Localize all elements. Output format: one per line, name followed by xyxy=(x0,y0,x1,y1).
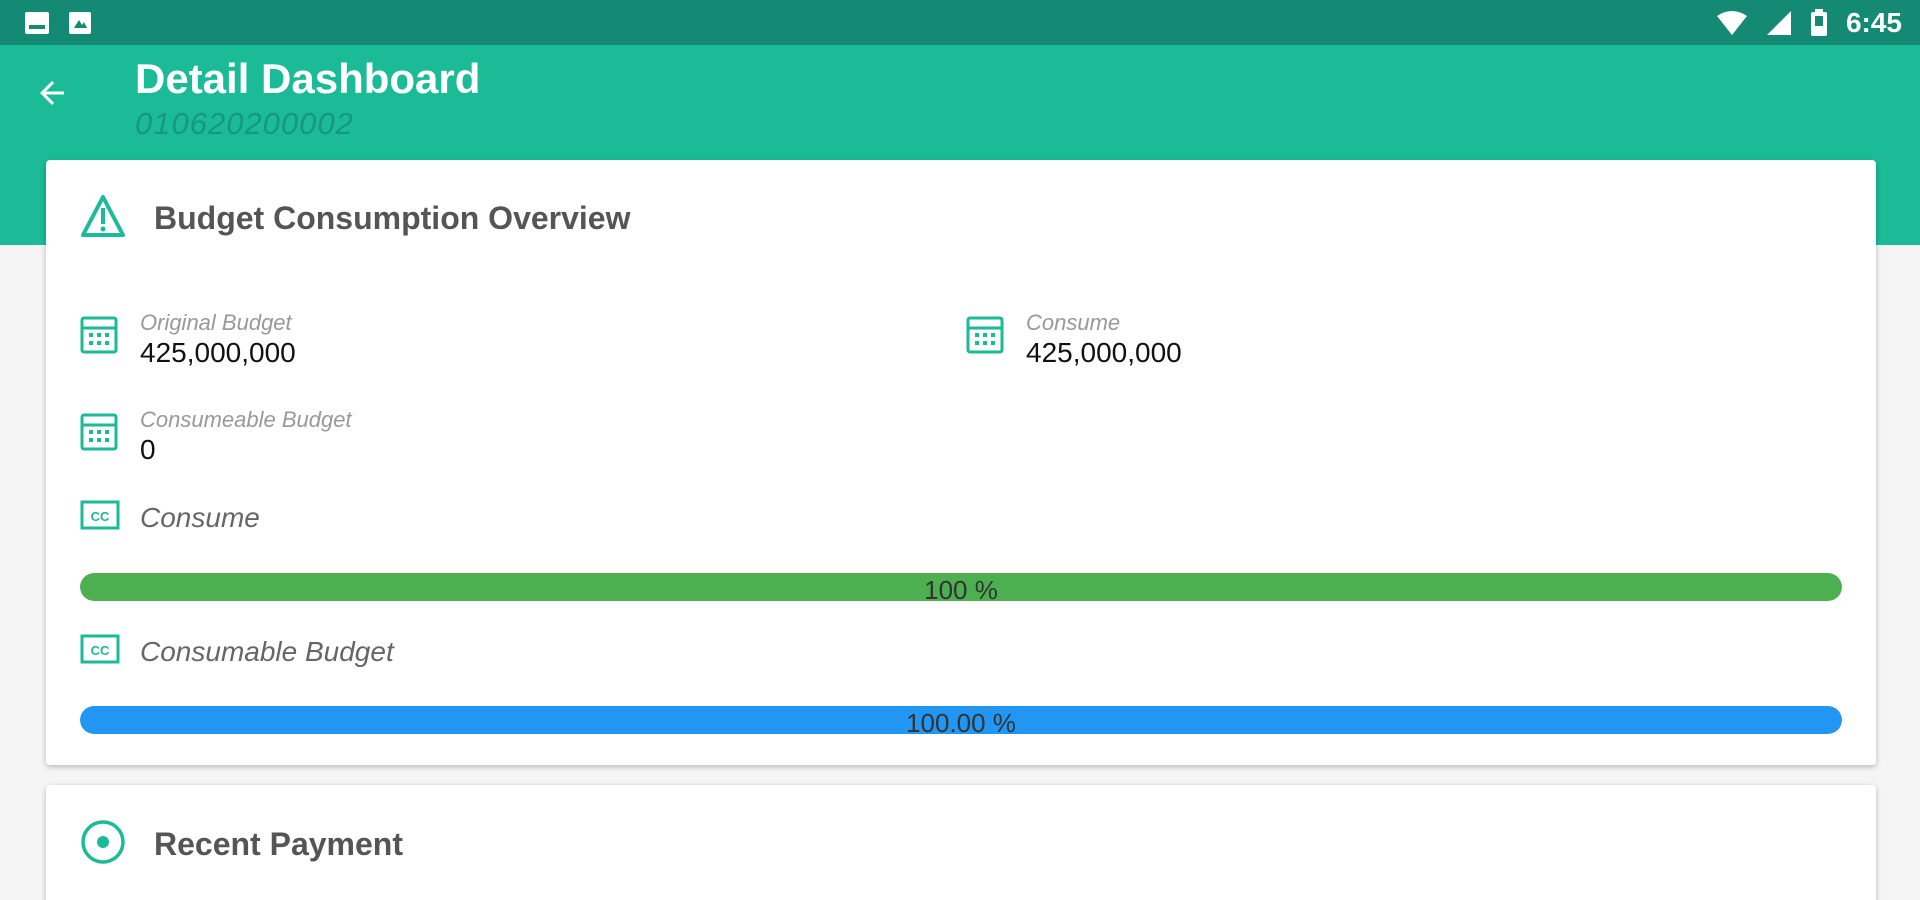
status-bar: 6:45 xyxy=(0,0,1920,45)
consume-progress-bar: 100 % xyxy=(80,573,1842,601)
calculator-icon xyxy=(80,316,118,359)
title-block: Detail Dashboard 010620200002 xyxy=(135,53,480,143)
original-budget-label: Original Budget xyxy=(140,310,292,335)
page-title: Detail Dashboard xyxy=(135,55,481,102)
warning-triangle-icon xyxy=(80,194,126,243)
calculator-icon xyxy=(80,413,118,456)
status-left-icons xyxy=(24,11,92,35)
back-button[interactable] xyxy=(30,73,74,117)
image-notification-icon xyxy=(24,11,50,35)
status-time: 6:45 xyxy=(1845,6,1902,38)
calculator-icon xyxy=(966,316,1004,359)
battery-icon xyxy=(1810,8,1828,37)
consumeable-budget-value: 0 xyxy=(140,434,156,465)
page-subtitle: 010620200002 xyxy=(135,106,354,141)
budget-card-header: Budget Consumption Overview xyxy=(80,194,630,243)
arrow-back-icon xyxy=(34,75,70,116)
svg-text:CC: CC xyxy=(91,509,110,524)
payment-card-title: Recent Payment xyxy=(154,826,403,862)
consume-progress-label: Consume xyxy=(140,501,260,533)
consume-label: Consume xyxy=(1026,310,1121,335)
photo-notification-icon xyxy=(68,11,92,35)
radio-target-icon xyxy=(80,819,126,870)
cell-signal-icon xyxy=(1766,10,1792,36)
payment-card-header: Recent Payment xyxy=(80,819,403,870)
status-right-icons: 6:45 xyxy=(1716,7,1902,39)
consumeable-budget-label: Consumeable Budget xyxy=(140,407,352,432)
original-budget-value: 425,000,000 xyxy=(140,337,296,368)
consumable-progress-text: 100.00 % xyxy=(906,708,1016,734)
consume-value: 425,000,000 xyxy=(1026,337,1182,368)
consume-progress-label-row: CC Consume xyxy=(80,500,260,535)
consumable-progress-label-row: CC Consumable Budget xyxy=(80,634,394,669)
cc-icon: CC xyxy=(80,500,120,535)
svg-text:CC: CC xyxy=(91,643,110,658)
consume-progress-text: 100 % xyxy=(924,575,998,601)
consumable-progress-label: Consumable Budget xyxy=(140,635,394,667)
consumeable-budget-field: Consumeable Budget 0 xyxy=(80,407,352,467)
budget-overview-card: Budget Consumption Overview Original Bud… xyxy=(46,160,1876,765)
recent-payment-card[interactable]: Recent Payment xyxy=(46,785,1876,900)
consume-field: Consume 425,000,000 xyxy=(966,310,1182,370)
budget-card-title: Budget Consumption Overview xyxy=(154,200,631,236)
wifi-icon xyxy=(1716,10,1748,36)
consumable-progress-bar: 100.00 % xyxy=(80,706,1842,734)
original-budget-field: Original Budget 425,000,000 xyxy=(80,310,296,370)
cc-icon: CC xyxy=(80,634,120,669)
